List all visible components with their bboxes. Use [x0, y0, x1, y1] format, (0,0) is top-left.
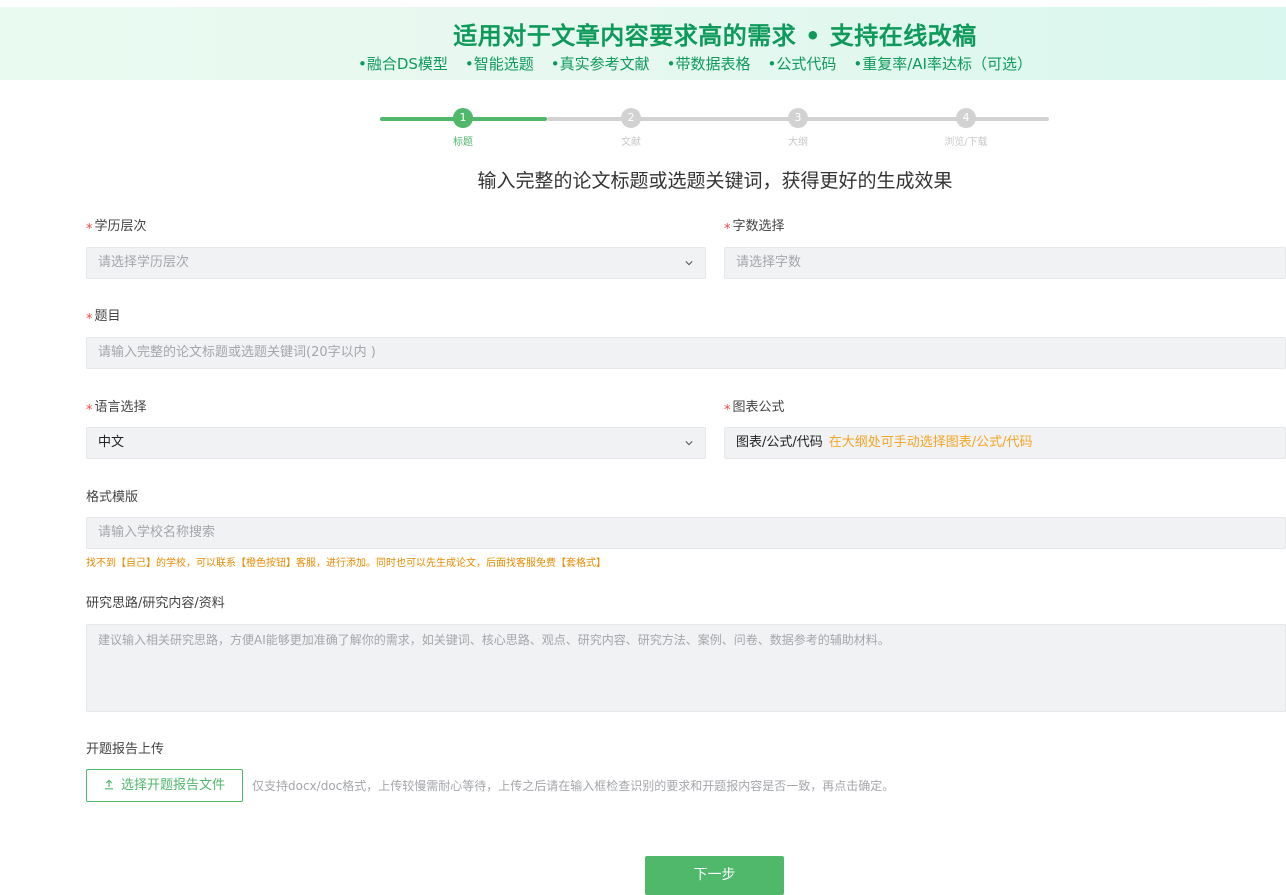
banner-feature: •公式代码	[767, 55, 837, 73]
required-mark: *	[86, 403, 93, 418]
topic-label-text: 题目	[94, 309, 121, 324]
banner-title: 适用对于文章内容要求高的需求 • 支持在线改稿	[453, 22, 977, 50]
banner-feature: •真实参考文献	[550, 55, 650, 73]
chevron-down-icon	[685, 261, 693, 266]
template-label: 格式模版	[86, 490, 139, 505]
progress-steps: 1 标题 2 文献 3 大纲 4 浏览/下载	[380, 108, 1050, 148]
charts-label: * 图表公式	[724, 396, 785, 418]
school-search-placeholder: 请输入学校名称搜索	[98, 525, 216, 540]
education-label-text: 学历层次	[94, 219, 147, 234]
step-number: 3	[788, 108, 808, 128]
next-step-button[interactable]: 下一步	[645, 856, 784, 895]
upload-hint: 仅支持docx/doc格式，上传较慢需耐心等待，上传之后请在输入框检查识别的要求…	[252, 779, 895, 793]
banner-features: •融合DS模型 •智能选题 •真实参考文献 •带数据表格 •公式代码 •重复率/…	[358, 53, 1032, 74]
page-subtitle: 输入完整的论文标题或选题关键词，获得更好的生成效果	[477, 170, 953, 192]
language-label: * 语言选择	[86, 396, 147, 418]
research-textarea[interactable]: 建议输入相关研究思路，方便AI能够更加准确了解你的需求，如关键词、核心思路、观点…	[86, 624, 1286, 712]
upload-icon	[104, 779, 113, 790]
language-value: 中文	[98, 435, 125, 450]
charts-value: 图表/公式/代码	[736, 435, 823, 450]
education-placeholder: 请选择学历层次	[98, 255, 190, 270]
step-label: 文献	[621, 137, 641, 148]
charts-label-text: 图表公式	[732, 400, 785, 415]
topic-label: * 题目	[86, 305, 121, 327]
step-number: 2	[621, 108, 641, 128]
step-title: 1 标题	[433, 108, 493, 148]
upload-file-button[interactable]: 选择开题报告文件	[86, 769, 243, 802]
banner-feature: •带数据表格	[666, 55, 751, 73]
upload-label: 开题报告上传	[86, 742, 165, 757]
charts-hint: 在大纲处可手动选择图表/公式/代码	[828, 435, 1033, 450]
upload-button-label: 选择开题报告文件	[120, 778, 225, 793]
topic-placeholder: 请输入完整的论文标题或选题关键词(20字以内 )	[98, 345, 376, 360]
banner-feature: •重复率/AI率达标（可选）	[853, 55, 1032, 73]
step-label: 大纲	[788, 137, 808, 148]
charts-select[interactable]: 图表/公式/代码 在大纲处可手动选择图表/公式/代码	[724, 427, 1286, 459]
step-number: 1	[453, 108, 473, 128]
required-mark: *	[86, 222, 93, 237]
required-mark: *	[724, 222, 731, 237]
step-label: 浏览/下载	[944, 137, 988, 148]
research-placeholder: 建议输入相关研究思路，方便AI能够更加准确了解你的需求，如关键词、核心思路、观点…	[98, 633, 890, 647]
word-count-label: * 字数选择	[724, 215, 785, 237]
banner-feature: •融合DS模型	[358, 55, 448, 73]
required-mark: *	[86, 312, 93, 327]
promo-banner: 适用对于文章内容要求高的需求 • 支持在线改稿 •融合DS模型 •智能选题 •真…	[0, 7, 1286, 80]
education-label: * 学历层次	[86, 215, 147, 237]
chevron-down-icon	[685, 441, 693, 446]
language-select[interactable]: 中文	[86, 427, 706, 459]
topic-input[interactable]: 请输入完整的论文标题或选题关键词(20字以内 )	[86, 337, 1286, 369]
word-count-placeholder: 请选择字数	[736, 255, 802, 270]
word-count-select[interactable]: 请选择字数	[724, 247, 1286, 279]
word-count-label-text: 字数选择	[732, 219, 785, 234]
step-references: 2 文献	[601, 108, 661, 148]
school-search-input[interactable]: 请输入学校名称搜索	[86, 517, 1286, 549]
template-note: 找不到【自己】的学校，可以联系【橙色按钮】客服，进行添加。同时也可以先生成论文，…	[86, 558, 606, 569]
banner-feature: •智能选题	[464, 55, 534, 73]
step-outline: 3 大纲	[768, 108, 828, 148]
research-label: 研究思路/研究内容/资料	[86, 596, 225, 611]
education-select[interactable]: 请选择学历层次	[86, 247, 706, 279]
required-mark: *	[724, 403, 731, 418]
step-download: 4 浏览/下载	[936, 108, 996, 148]
step-number: 4	[956, 108, 976, 128]
language-label-text: 语言选择	[94, 400, 147, 415]
step-label: 标题	[453, 137, 473, 148]
